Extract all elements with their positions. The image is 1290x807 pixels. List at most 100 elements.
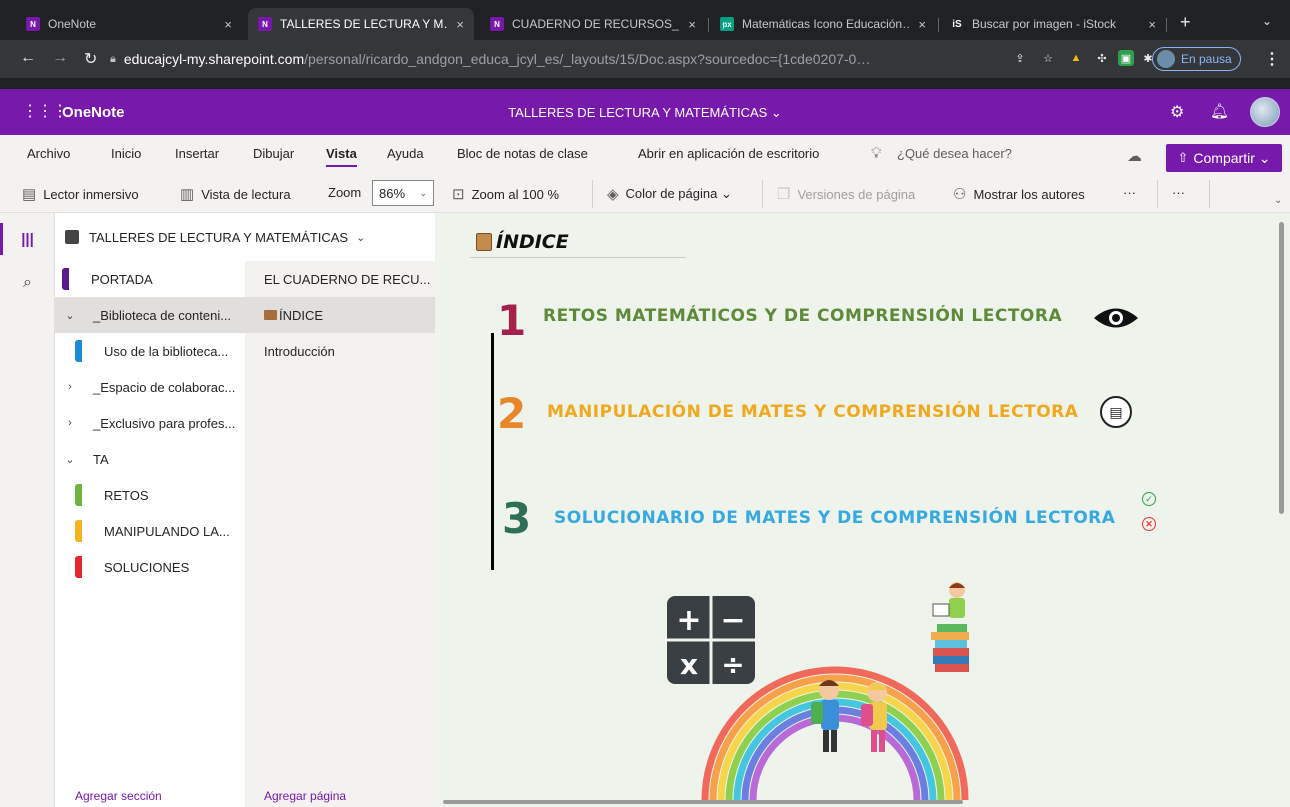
section-group-biblioteca[interactable]: ⌄ _Biblioteca de conteni... <box>55 297 245 333</box>
x-circle-icon: ✕ <box>1142 517 1156 531</box>
immersive-reader-label: Lector inmersivo <box>43 186 139 202</box>
index-item-manipulacion[interactable]: MANIPULACIÓN DE MATES Y COMPRENSIÓN LECT… <box>547 402 1078 422</box>
extension-icon[interactable]: ✣ <box>1094 50 1110 66</box>
google-drive-icon[interactable]: ▲ <box>1068 50 1084 66</box>
index-item-retos[interactable]: RETOS MATEMÁTICOS Y DE COMPRENSIÓN LECTO… <box>543 306 1062 326</box>
browser-tab-istock[interactable]: iS Buscar por imagen - iStock × <box>940 8 1166 40</box>
share-button[interactable]: ⇧ Compartir ⌄ <box>1166 144 1282 172</box>
share-icon: ⇧ <box>1177 150 1189 165</box>
math-rainbow-illustration: + − x ÷ <box>667 582 969 800</box>
index-number-1: 1 <box>497 296 527 345</box>
menu-abrir-escritorio[interactable]: Abrir en aplicación de escritorio <box>638 146 819 161</box>
browser-tab-matematicas[interactable]: px Matemáticas Icono Educación… × <box>710 8 936 40</box>
zoom-100-icon: ⊡ <box>452 186 465 203</box>
index-divider-line <box>491 333 494 570</box>
reload-icon[interactable]: ↻ <box>84 49 97 69</box>
notebook-header[interactable]: TALLERES DE LECTURA Y MATEMÁTICAS ⌄ <box>55 213 435 261</box>
show-authors-button[interactable]: ⚇ Mostrar los autores <box>953 185 1085 203</box>
menu-archivo[interactable]: Archivo <box>27 146 70 161</box>
menu-vista[interactable]: Vista <box>326 146 357 167</box>
zoom-select[interactable]: 86% ⌄ <box>372 180 434 206</box>
page-title[interactable]: ÍNDICE <box>476 231 569 253</box>
browser-tab-onenote[interactable]: N OneNote × <box>16 8 242 40</box>
tab-title: Matemáticas Icono Educación… <box>742 17 911 31</box>
index-item-solucionario[interactable]: SOLUCIONARIO DE MATES Y DE COMPRENSIÓN L… <box>554 508 1115 528</box>
page-color-button[interactable]: ◈ Color de página ⌄ <box>607 185 732 203</box>
show-authors-label: Mostrar los autores <box>973 186 1085 202</box>
notebooks-icon[interactable]: ||| <box>0 219 55 259</box>
section-portada[interactable]: PORTADA <box>55 261 245 297</box>
menu-inicio[interactable]: Inicio <box>111 146 141 161</box>
istock-favicon-icon: iS <box>950 17 964 31</box>
horizontal-scrollbar[interactable] <box>443 800 963 804</box>
reading-view-button[interactable]: ▥ Vista de lectura <box>180 185 291 203</box>
page-versions-button[interactable]: ❐ Versiones de página <box>777 185 915 203</box>
forward-arrow-icon[interactable]: → <box>52 49 68 67</box>
menu-insertar[interactable]: Insertar <box>175 146 219 161</box>
new-tab-button[interactable]: + <box>1180 12 1191 33</box>
vertical-scrollbar[interactable] <box>1279 222 1284 514</box>
browser-menu-icon[interactable]: ⋮ <box>1264 49 1280 69</box>
section-retos[interactable]: RETOS <box>55 477 245 513</box>
section-group-exclusivo[interactable]: › _Exclusivo para profes... <box>55 405 245 441</box>
page-cuaderno[interactable]: EL CUADERNO DE RECU... <box>245 261 435 297</box>
share-icon[interactable]: ⇪ <box>1012 50 1028 66</box>
bookmark-star-icon[interactable]: ☆ <box>1040 50 1056 66</box>
add-section-button[interactable]: Agregar sección <box>75 789 162 803</box>
ribbon-expand-icon[interactable]: ⌄ <box>1274 195 1282 206</box>
close-icon[interactable]: × <box>224 17 232 32</box>
browser-tab-bar: N OneNote × N TALLERES DE LECTURA Y M… ×… <box>0 0 1290 40</box>
close-icon[interactable]: × <box>688 17 696 32</box>
tell-me-search[interactable]: ¿Qué desea hacer? <box>897 146 1012 161</box>
app-launcher-icon[interactable]: ⋮⋮⋮ <box>22 101 68 121</box>
zoom-100-button[interactable]: ⊡ Zoom al 100 % <box>452 185 559 203</box>
immersive-reader-button[interactable]: ▤ Lector inmersivo <box>22 185 139 203</box>
eye-icon[interactable] <box>1092 305 1140 331</box>
reading-view-label: Vista de lectura <box>201 186 291 202</box>
section-group-espacio[interactable]: › _Espacio de colaborac... <box>55 369 245 405</box>
index-number-3: 3 <box>502 494 532 543</box>
section-color-tab <box>75 340 82 362</box>
browser-tab-talleres[interactable]: N TALLERES DE LECTURA Y M… × <box>248 8 474 40</box>
tab-search-icon[interactable]: ⌄ <box>1262 14 1272 28</box>
pixabay-favicon-icon: px <box>720 17 734 31</box>
profile-paused-button[interactable]: En pausa <box>1152 47 1241 71</box>
page-label: ÍNDICE <box>279 307 324 323</box>
document-icon[interactable]: ▤ <box>1100 396 1132 428</box>
profile-avatar <box>1157 50 1175 68</box>
ribbon-divider <box>1209 180 1210 208</box>
cloud-sync-icon[interactable]: ☁ <box>1127 147 1142 165</box>
calculator-symbol: − <box>720 603 745 638</box>
menu-dibujar[interactable]: Dibujar <box>253 146 294 161</box>
onenote-app-bar: ⋮⋮⋮ OneNote TALLERES DE LECTURA Y MATEMÁ… <box>0 89 1290 135</box>
gear-icon[interactable]: ⚙ <box>1170 102 1184 122</box>
section-uso-biblioteca[interactable]: Uso de la biblioteca... <box>55 333 245 369</box>
section-label: _Biblioteca de conteni... <box>93 307 232 323</box>
calculator-icon: + − x ÷ <box>667 596 755 684</box>
add-page-button[interactable]: Agregar página <box>264 789 346 803</box>
more-options-button[interactable]: ··· <box>1123 185 1136 200</box>
section-soluciones[interactable]: SOLUCIONES <box>55 549 245 585</box>
extension-green-icon[interactable]: ▣ <box>1118 50 1134 66</box>
close-icon[interactable]: × <box>1148 17 1156 32</box>
menu-ayuda[interactable]: Ayuda <box>387 146 424 161</box>
document-title[interactable]: TALLERES DE LECTURA Y MATEMÁTICAS ⌄ <box>420 105 870 121</box>
url-field[interactable]: 🔒︎ educajcyl-my.sharepoint.com /personal… <box>110 44 1004 74</box>
section-group-ta[interactable]: ⌄ TA <box>55 441 245 477</box>
section-manipulando[interactable]: MANIPULANDO LA... <box>55 513 245 549</box>
back-arrow-icon[interactable]: ← <box>20 49 36 67</box>
search-icon[interactable]: ⌕ <box>23 274 32 292</box>
close-icon[interactable]: × <box>456 17 464 32</box>
share-label: Compartir ⌄ <box>1193 149 1271 166</box>
section-color-tab <box>75 556 82 578</box>
more-options-button-2[interactable]: ··· <box>1172 185 1185 200</box>
user-avatar[interactable] <box>1250 97 1280 127</box>
menu-bloc-de-notas[interactable]: Bloc de notas de clase <box>457 146 588 161</box>
section-label: TA <box>93 451 109 467</box>
app-name[interactable]: OneNote <box>62 104 125 121</box>
page-introduccion[interactable]: Introducción <box>245 333 435 369</box>
page-indice[interactable]: ÍNDICE <box>245 297 435 333</box>
close-icon[interactable]: × <box>918 17 926 32</box>
bell-icon[interactable]: 🔔︎ <box>1210 102 1229 120</box>
browser-tab-cuaderno[interactable]: N CUADERNO DE RECURSOS_… × <box>480 8 706 40</box>
